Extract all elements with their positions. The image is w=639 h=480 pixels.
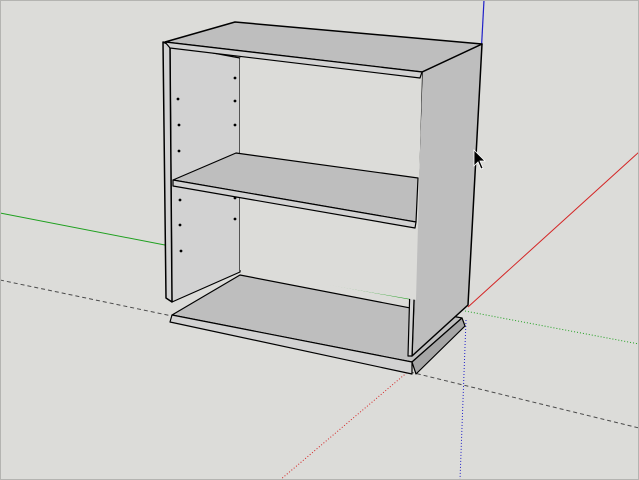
- left-panel-front-edge[interactable]: [162, 41, 173, 303]
- green-axis-solid: [0, 212, 171, 247]
- green-axis-dotted: [464, 310, 639, 345]
- modeling-viewport[interactable]: [0, 0, 639, 480]
- inferred-dashed-line-right: [409, 371, 639, 429]
- scene-canvas[interactable]: [0, 0, 639, 480]
- blue-axis-dotted: [459, 319, 467, 480]
- pin-hole: [176, 97, 180, 101]
- right-panel-outer[interactable]: [411, 43, 483, 357]
- pin-hole: [177, 149, 181, 153]
- pin-hole: [233, 76, 237, 80]
- red-axis-dotted: [279, 369, 411, 480]
- pin-hole: [179, 249, 183, 253]
- pin-hole: [233, 196, 237, 200]
- inferred-dashed-line-left: [0, 279, 173, 317]
- pin-hole: [233, 123, 237, 127]
- pin-hole: [233, 217, 237, 221]
- pin-hole: [177, 123, 181, 127]
- pin-hole: [178, 223, 182, 227]
- bookshelf-model[interactable]: [162, 21, 483, 375]
- pin-hole: [233, 99, 237, 103]
- red-axis-solid: [467, 151, 639, 308]
- pin-hole: [178, 198, 182, 202]
